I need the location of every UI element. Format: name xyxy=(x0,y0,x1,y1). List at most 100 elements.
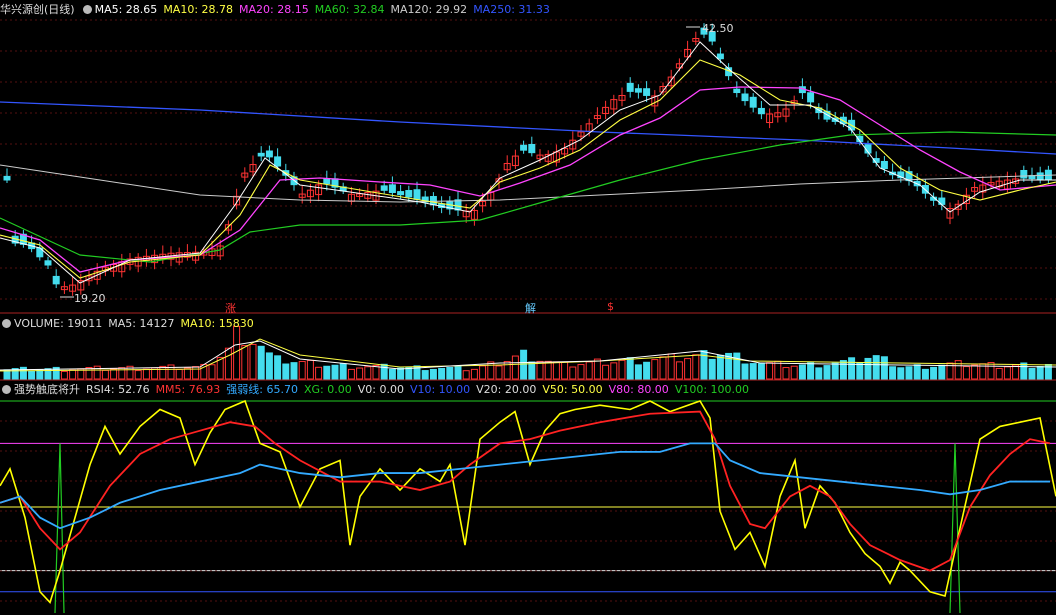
volume-bar xyxy=(913,364,921,380)
volume-indicator-1: MA5: 14127 xyxy=(108,317,175,330)
candle-body xyxy=(741,93,749,102)
volume-bar xyxy=(528,361,536,380)
volume-bar xyxy=(987,362,995,380)
volume-bar xyxy=(257,345,265,380)
volume-bar xyxy=(905,366,913,380)
volume-bar xyxy=(733,352,741,380)
volume-bar xyxy=(142,368,150,380)
volume-bar xyxy=(643,361,651,380)
volume-bar xyxy=(921,368,929,380)
volume-bar xyxy=(880,356,888,380)
price-chart-pane[interactable]: 42.50 19.20 涨 解 $ xyxy=(0,0,1056,315)
volume-bar xyxy=(561,361,569,380)
volume-bar xyxy=(864,357,872,380)
rsi-indicator-1: RSI4: 52.76 xyxy=(86,383,150,396)
volume-bar xyxy=(659,356,667,380)
volume-bar xyxy=(667,353,675,380)
circle-dropdown-icon[interactable] xyxy=(2,319,11,328)
volume-bar xyxy=(1020,362,1028,380)
circle-dropdown-icon[interactable] xyxy=(82,5,92,14)
rsi-indicator-9: V80: 80.00 xyxy=(608,383,669,396)
volume-bar xyxy=(511,355,519,380)
volume-bar xyxy=(1036,366,1044,380)
volume-bar xyxy=(889,366,897,380)
volume-bar xyxy=(675,361,683,380)
volume-bar xyxy=(372,364,380,380)
price-chart[interactable] xyxy=(0,0,1056,315)
volume-bar xyxy=(716,354,724,380)
candle-body xyxy=(528,143,536,154)
rsi-indicator-3: 强弱线: 65.70 xyxy=(226,383,298,396)
candle-body xyxy=(626,82,634,92)
ma250-line xyxy=(0,101,1056,155)
volume-bar xyxy=(298,360,306,380)
candle-body xyxy=(3,175,11,181)
candle-body xyxy=(274,156,282,167)
candle-body xyxy=(323,177,331,185)
xg-signal xyxy=(949,443,961,614)
ma120-line xyxy=(0,164,1056,203)
volume-indicator-0: VOLUME: 19011 xyxy=(14,317,103,330)
rsi-indicator-6: V10: 10.00 xyxy=(409,383,471,396)
volume-bar xyxy=(626,357,634,380)
volume-bar xyxy=(331,364,339,380)
volume-bar xyxy=(388,368,396,380)
rsi-indicator-4: XG: 0.00 xyxy=(303,383,352,396)
rsi4-line xyxy=(0,399,1056,604)
main-indicator-4: MA120: 29.92 xyxy=(390,3,468,16)
volume-bar xyxy=(397,367,405,380)
candle-body xyxy=(1020,169,1028,179)
volume-bar xyxy=(971,364,979,380)
volume-legend: VOLUME: 19011 MA5: 14127 MA10: 15830 xyxy=(0,316,266,332)
candle-body xyxy=(520,144,528,151)
candle-body xyxy=(643,88,651,96)
ma10-line xyxy=(0,59,1056,279)
volume-bar xyxy=(815,367,823,380)
ma5-line xyxy=(0,41,1056,284)
ma60-line xyxy=(0,131,1056,263)
volume-bar xyxy=(618,359,626,380)
main-indicator-1: MA10: 28.78 xyxy=(163,3,234,16)
volume-bar xyxy=(69,369,77,380)
volume-bar xyxy=(593,358,601,380)
volume-bar xyxy=(790,365,798,380)
rsi-chart[interactable] xyxy=(0,381,1056,615)
volume-bar xyxy=(101,369,109,380)
candle-body xyxy=(733,88,741,94)
rsi-indicator-7: V20: 20.00 xyxy=(476,383,537,396)
volume-bar xyxy=(856,362,864,380)
volume-bar xyxy=(692,354,700,380)
main-indicator-5: MA250: 31.33 xyxy=(473,3,550,16)
volume-bar xyxy=(208,364,216,380)
candle-body xyxy=(807,92,815,103)
volume-bar xyxy=(446,366,454,380)
volume-bar xyxy=(569,366,577,380)
volume-bar xyxy=(479,365,487,380)
rsi-indicator-10: V100: 100.00 xyxy=(674,383,750,396)
dollar-marker: $ xyxy=(607,300,614,313)
volume-bar xyxy=(159,365,167,380)
volume-bar xyxy=(544,360,552,380)
volume-bar xyxy=(766,362,774,380)
main-indicator-3: MA60: 32.84 xyxy=(314,3,385,16)
circle-dropdown-icon[interactable] xyxy=(2,385,11,394)
volume-bar xyxy=(848,357,856,380)
volume-indicator-2: MA10: 15830 xyxy=(180,317,254,330)
rsi-chart-pane[interactable] xyxy=(0,381,1056,615)
volume-bar xyxy=(749,363,757,380)
stock-name: 华兴源创(日线) xyxy=(0,3,75,16)
vol-ma10-line xyxy=(0,338,1056,372)
volume-bar xyxy=(36,369,44,380)
main-indicator-2: MA20: 28.15 xyxy=(239,3,309,16)
volume-bar xyxy=(249,343,257,380)
volume-bar xyxy=(462,370,470,380)
volume-bar xyxy=(134,370,142,380)
volume-bar xyxy=(708,358,716,380)
volume-bar xyxy=(183,367,191,380)
volume-bar xyxy=(782,367,790,380)
candle-body xyxy=(397,191,405,196)
volume-bar xyxy=(356,367,364,380)
rsi-legend: 强势触底将升 RSI4: 52.76 MM5: 76.93 强弱线: 65.70 XG:… xyxy=(0,382,761,398)
volume-bar xyxy=(274,355,282,380)
main-legend: 华兴源创(日线) MA5: 28.65 MA10: 28.78 MA20: 28.15… xyxy=(0,2,562,18)
